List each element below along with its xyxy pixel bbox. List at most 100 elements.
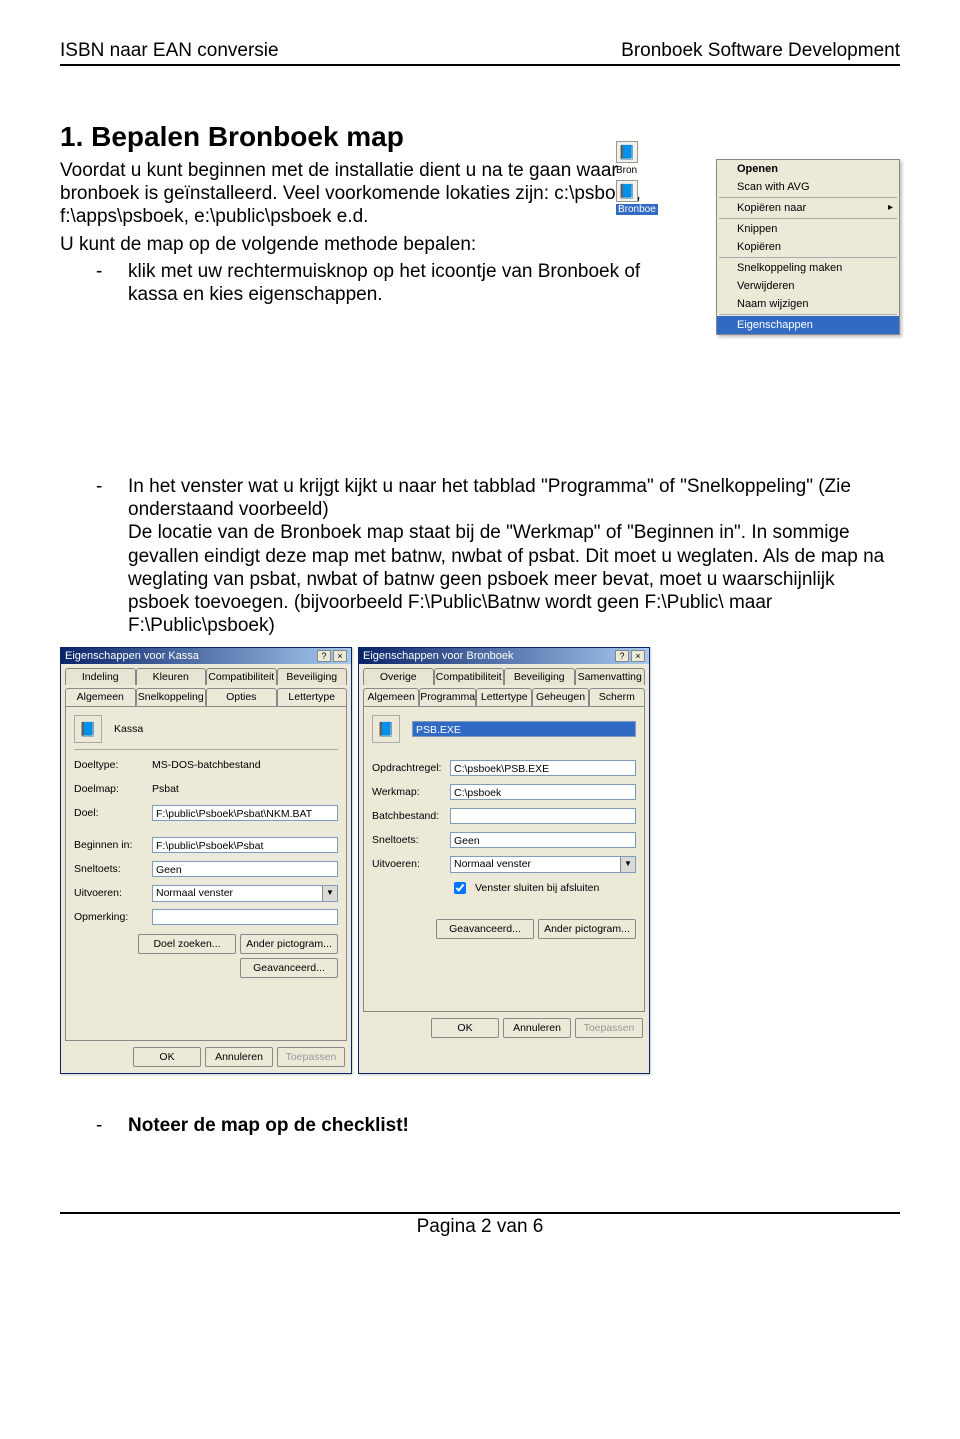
label-sneltoets: Sneltoets: [372, 834, 450, 846]
input-beginnen-in[interactable]: F:\public\Psboek\Psbat [152, 837, 338, 853]
shortcut-icon-bronboe: 📘 [616, 180, 638, 202]
doel-zoeken-button[interactable]: Doel zoeken... [138, 934, 236, 954]
apply-button[interactable]: Toepassen [575, 1018, 643, 1038]
tab-kleuren[interactable]: Kleuren [136, 668, 207, 685]
shortcut-icon-bron: 📘 [616, 141, 638, 163]
header-right: Bronboek Software Development [621, 40, 900, 62]
ander-pictogram-button[interactable]: Ander pictogram... [538, 919, 636, 939]
cancel-button[interactable]: Annuleren [205, 1047, 273, 1067]
value-doelmap: Psbat [152, 783, 179, 795]
select-value: Normaal venster [454, 858, 531, 870]
ok-button[interactable]: OK [431, 1018, 499, 1038]
close-button[interactable]: × [333, 650, 347, 662]
input-opdrachtregel[interactable]: C:\psboek\PSB.EXE [450, 760, 636, 776]
tab-overige[interactable]: Overige [363, 668, 434, 685]
input-sneltoets[interactable]: Geen [152, 861, 338, 877]
cancel-button[interactable]: Annuleren [503, 1018, 571, 1038]
ctx-copy[interactable]: Kopiëren [717, 238, 899, 256]
properties-dialog-bronboek: Eigenschappen voor Bronboek ? × Overige … [358, 647, 650, 1074]
label-opmerking: Opmerking: [74, 911, 152, 923]
tab-geheugen[interactable]: Geheugen [532, 688, 588, 706]
input-name[interactable]: PSB.EXE [412, 721, 636, 737]
value-doeltype: MS-DOS-batchbestand [152, 759, 261, 771]
tab-lettertype[interactable]: Lettertype [277, 688, 348, 706]
ctx-separator [719, 257, 897, 258]
ctx-create-shortcut[interactable]: Snelkoppeling maken [717, 259, 899, 277]
header-rule [60, 64, 900, 66]
tab-opties[interactable]: Opties [206, 688, 277, 706]
paragraph-1: Voordat u kunt beginnen met de installat… [60, 159, 656, 229]
chevron-down-icon[interactable]: ▼ [322, 886, 337, 901]
ctx-separator [719, 218, 897, 219]
chevron-down-icon[interactable]: ▼ [620, 857, 635, 872]
properties-dialog-kassa: Eigenschappen voor Kassa ? × Indeling Kl… [60, 647, 352, 1074]
dialog-title: Eigenschappen voor Kassa [65, 650, 199, 662]
input-sneltoets[interactable]: Geen [450, 832, 636, 848]
label-doel: Doel: [74, 807, 152, 819]
page-number: Pagina 2 van 6 [417, 1216, 544, 1237]
geavanceerd-button[interactable]: Geavanceerd... [436, 919, 534, 939]
label-batch: Batchbestand: [372, 810, 450, 822]
ctx-cut[interactable]: Knippen [717, 220, 899, 238]
tab-scherm[interactable]: Scherm [589, 688, 645, 706]
select-value: Normaal venster [156, 887, 233, 899]
checkbox-input[interactable] [454, 882, 466, 894]
tab-compat[interactable]: Compatibiliteit [206, 668, 277, 685]
ctx-properties[interactable]: Eigenschappen [717, 316, 899, 334]
tab-lettertype[interactable]: Lettertype [476, 688, 532, 706]
context-menu[interactable]: Openen Scan with AVG Kopiëren naar Knipp… [716, 159, 900, 335]
footer-rule [60, 1212, 900, 1214]
ctx-scan-avg[interactable]: Scan with AVG [717, 178, 899, 196]
ander-pictogram-button[interactable]: Ander pictogram... [240, 934, 338, 954]
checkbox-close-on-exit[interactable]: Venster sluiten bij afsluiten [450, 879, 636, 897]
ok-button[interactable]: OK [133, 1047, 201, 1067]
tab-algemeen[interactable]: Algemeen [65, 688, 136, 706]
select-uitvoeren[interactable]: Normaal venster ▼ [450, 856, 636, 873]
help-button[interactable]: ? [615, 650, 629, 662]
apply-button[interactable]: Toepassen [277, 1047, 345, 1067]
tab-content: 📘 Kassa Doeltype: MS-DOS-batchbestand Do… [65, 706, 347, 1041]
checkbox-label: Venster sluiten bij afsluiten [475, 882, 599, 894]
ctx-rename[interactable]: Naam wijzigen [717, 295, 899, 313]
ctx-separator [719, 197, 897, 198]
section-heading: 1. Bepalen Bronboek map [60, 121, 900, 153]
ctx-open[interactable]: Openen [717, 160, 899, 178]
tab-samenvatting[interactable]: Samenvatting [575, 668, 646, 685]
ctx-copy-to[interactable]: Kopiëren naar [717, 199, 899, 217]
tab-compat[interactable]: Compatibiliteit [434, 668, 505, 685]
tab-indeling[interactable]: Indeling [65, 668, 136, 685]
help-button[interactable]: ? [317, 650, 331, 662]
input-werkmap[interactable]: C:\psboek [450, 784, 636, 800]
page-footer: Pagina 2 van 6 [60, 1212, 900, 1238]
tab-content: 📘 PSB.EXE Opdrachtregel: C:\psboek\PSB.E… [363, 706, 645, 1012]
tab-programma[interactable]: Programma [419, 688, 476, 706]
close-button[interactable]: × [631, 650, 645, 662]
titlebar: Eigenschappen voor Kassa ? × [61, 648, 351, 664]
geavanceerd-button[interactable]: Geavanceerd... [240, 958, 338, 978]
desktop-shortcut-icons: 📘 Bron 📘 Bronboe [616, 141, 660, 215]
input-batchbestand[interactable] [450, 808, 636, 824]
ctx-separator [719, 314, 897, 315]
label-uitvoeren: Uitvoeren: [74, 887, 152, 899]
label-werkmap: Werkmap: [372, 786, 450, 798]
header-left: ISBN naar EAN conversie [60, 40, 279, 62]
tab-beveiliging[interactable]: Beveiliging [504, 668, 575, 685]
label-opdracht: Opdrachtregel: [372, 762, 450, 774]
shortcut-name: Kassa [114, 723, 143, 735]
bullet-3: Noteer de map op de checklist! [128, 1114, 409, 1137]
page-header: ISBN naar EAN conversie Bronboek Softwar… [60, 40, 900, 62]
label-beginnen: Beginnen in: [74, 839, 152, 851]
tab-snelkoppeling[interactable]: Snelkoppeling [136, 688, 207, 706]
input-opmerking[interactable] [152, 909, 338, 925]
document-page: ISBN naar EAN conversie Bronboek Softwar… [0, 0, 960, 1268]
shortcut-icon: 📘 [74, 715, 102, 743]
shortcut-label-bronboe: Bronboe [616, 204, 658, 215]
select-uitvoeren[interactable]: Normaal venster ▼ [152, 885, 338, 902]
shortcut-label-bron: Bron [616, 165, 660, 176]
tab-algemeen[interactable]: Algemeen [363, 688, 419, 706]
ctx-delete[interactable]: Verwijderen [717, 277, 899, 295]
tab-beveiliging[interactable]: Beveiliging [277, 668, 348, 685]
label-doelmap: Doelmap: [74, 783, 152, 795]
paragraph-2-intro: U kunt de map op de volgende methode bep… [60, 233, 656, 256]
input-doel[interactable]: F:\public\Psboek\Psbat\NKM.BAT [152, 805, 338, 821]
